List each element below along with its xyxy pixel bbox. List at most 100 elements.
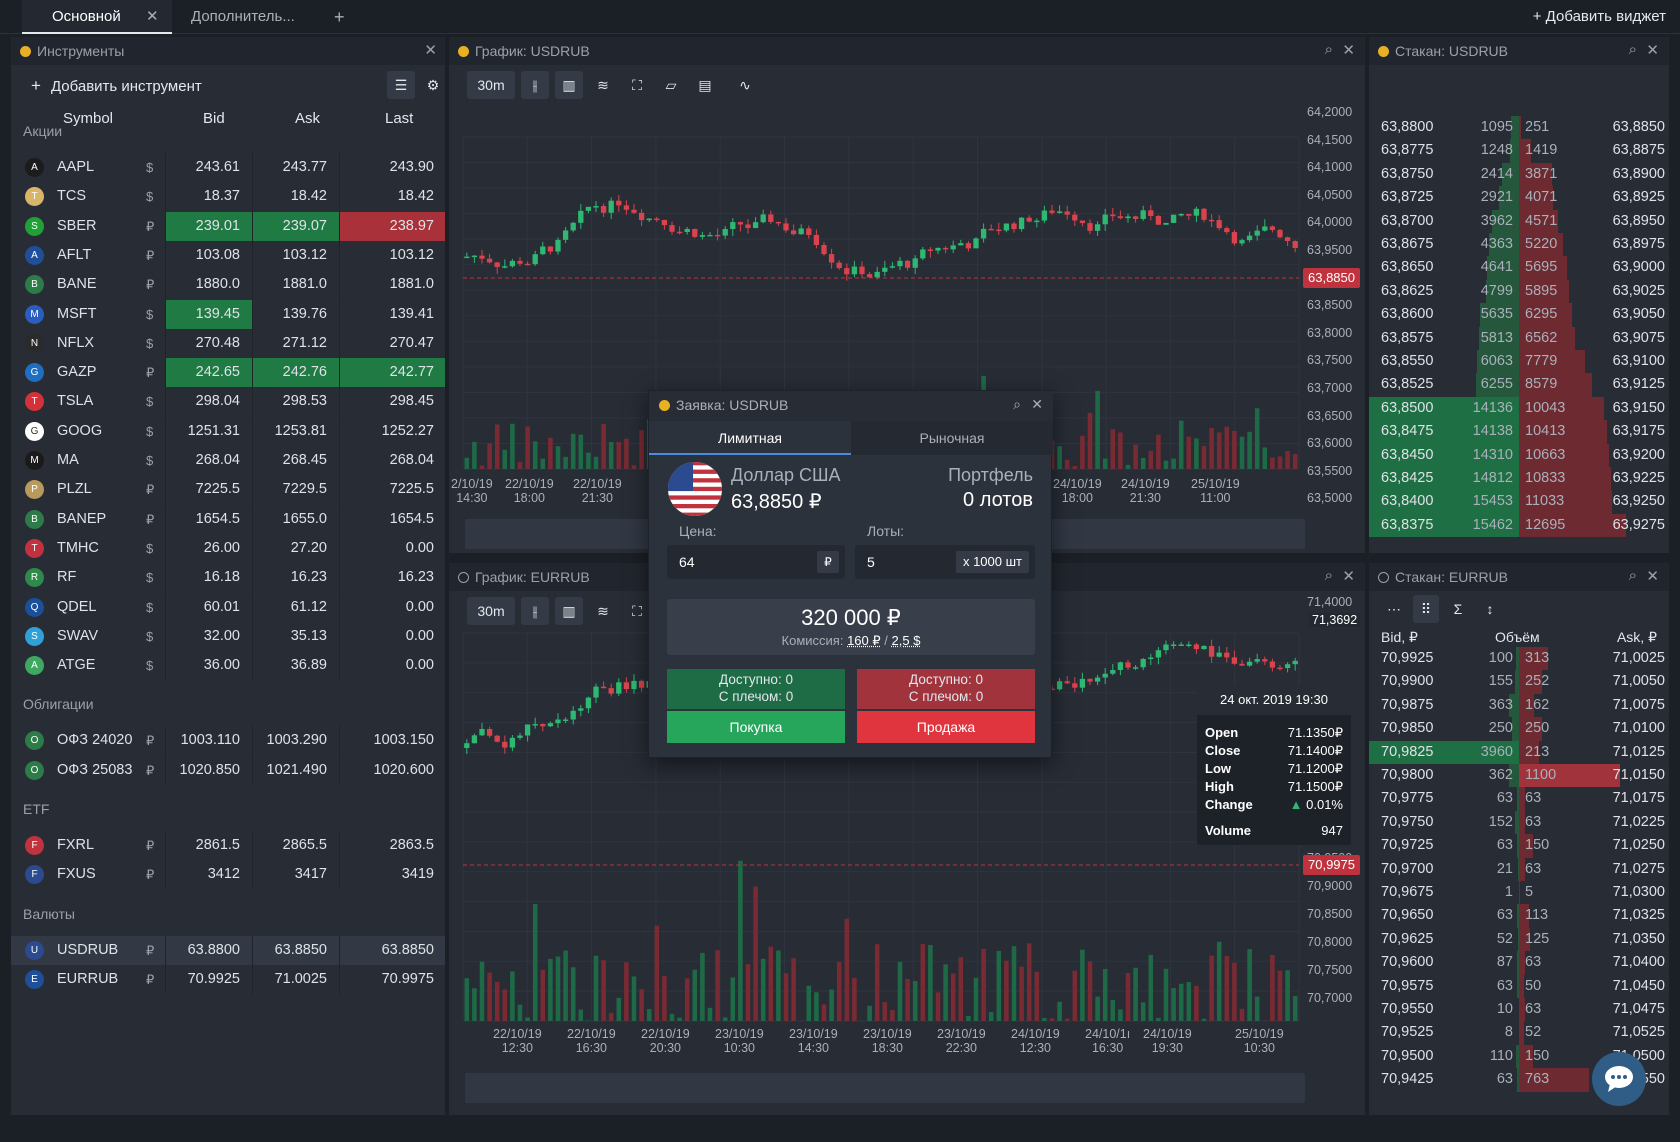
tab-limit[interactable]: Лимитная [649, 421, 851, 455]
orderbook-row[interactable]: 63,8575 5813 6562 63,9075 [1369, 326, 1669, 350]
navigator-scrollbar[interactable] [465, 1073, 1305, 1103]
orderbook-row[interactable]: 63,8725 2921 4071 63,8925 [1369, 186, 1669, 210]
orderbook-row[interactable]: 63,8450 14310 10663 63,9200 [1369, 443, 1669, 467]
orderbook-row[interactable]: 63,8625 4799 5895 63,9025 [1369, 279, 1669, 304]
instrument-row[interactable]: F FXUS ₽3412 3417 3419 [11, 860, 445, 890]
search-icon[interactable]: ⌕ [1013, 396, 1021, 413]
volume-bar [479, 961, 485, 1021]
gear-icon[interactable]: ⚙ [419, 71, 445, 99]
instrument-row[interactable]: A ATGE $36.00 36.89 0.00 [11, 651, 445, 681]
orderbook-row[interactable]: 63,8425 14812 10833 63,9225 [1369, 467, 1669, 491]
instrument-logo-icon: О [25, 731, 44, 751]
link-color-icon[interactable] [659, 400, 670, 411]
instrument-row[interactable]: P PLZL ₽7225.5 7229.5 7225.5 [11, 475, 445, 505]
link-color-icon[interactable] [20, 46, 31, 57]
grid-icon[interactable]: ⠿ [1413, 595, 1439, 623]
orderbook-row[interactable]: 63,8500 14136 10043 63,9150 [1369, 396, 1669, 421]
instrument-symbol: GOOG [57, 422, 103, 439]
search-icon[interactable]: ⌕ [1629, 567, 1637, 584]
orderbook-row[interactable]: 63,8550 6063 7779 63,9100 [1369, 350, 1669, 374]
instrument-row[interactable]: G GAZP ₽242.65 242.76 242.77 [11, 358, 445, 388]
orderbook-row[interactable]: 70,9900 155 252 71,0050 [1369, 670, 1669, 694]
orderbook-row[interactable]: 63,8650 4641 5695 63,9000 [1369, 256, 1669, 280]
close-icon[interactable]: ✕ [1031, 396, 1043, 413]
column-symbol[interactable]: Symbol [63, 110, 113, 127]
orderbook-row[interactable]: 70,9850 250 250 71,0100 [1369, 717, 1669, 741]
instrument-row[interactable]: N NFLX $270.48 271.12 270.47 [11, 328, 445, 358]
orderbook-row[interactable]: 63,8775 1248 1419 63,8875 [1369, 139, 1669, 163]
instrument-row[interactable]: M MSFT $139.45 139.76 139.41 [11, 299, 445, 329]
instrument-row[interactable]: T TMHC $26.00 27.20 0.00 [11, 533, 445, 563]
orderbook-row[interactable]: 63,8675 4363 5220 63,8975 [1369, 233, 1669, 257]
chat-button[interactable] [1592, 1052, 1646, 1106]
search-icon[interactable]: ⌕ [1629, 41, 1637, 58]
orderbook-row[interactable]: 63,8600 5635 6295 63,9050 [1369, 303, 1669, 327]
sigma-icon[interactable]: Σ [1445, 595, 1471, 623]
orderbook-row[interactable]: 70,9825 3960 213 71,0125 [1369, 740, 1669, 764]
instrument-row[interactable]: U USDRUB ₽63.8800 63.8850 63.8850 [11, 935, 445, 965]
orderbook-row[interactable]: 63,8400 15453 11033 63,9250 [1369, 490, 1669, 514]
instrument-row[interactable]: О ОФЗ 25083 ₽1020.850 1021.490 1020.600 [11, 755, 445, 785]
instrument-row[interactable]: T TSLA $298.04 298.53 298.45 [11, 387, 445, 417]
instrument-row[interactable]: A AAPL $243.61 243.77 243.90 [11, 153, 445, 182]
instrument-row[interactable]: S SBER ₽239.01 239.07 238.97 [11, 211, 445, 241]
orderbook-row[interactable]: 63,8700 3962 4571 63,8950 [1369, 209, 1669, 233]
orderbook-row[interactable]: 63,8475 14138 10413 63,9175 [1369, 420, 1669, 444]
orderbook-row[interactable]: 63,8800 1095 251 63,8850 [1369, 116, 1669, 140]
close-icon[interactable]: ✕ [146, 0, 159, 34]
instrument-row[interactable]: G GOOG $1251.31 1253.81 1252.27 [11, 416, 445, 446]
instrument-row[interactable]: Q QDEL $60.01 61.12 0.00 [11, 592, 445, 622]
orderbook-row[interactable]: 70,9600 87 63 71,0400 [1369, 951, 1669, 975]
volume-bar [662, 975, 667, 1021]
add-widget-button[interactable]: + Добавить виджет [1533, 0, 1666, 34]
close-icon[interactable]: ✕ [1646, 41, 1659, 59]
instrument-row[interactable]: M MA $268.04 268.45 268.04 [11, 446, 445, 475]
instrument-row[interactable]: F FXRL ₽2861.5 2865.5 2863.5 [11, 831, 445, 860]
orderbook-row[interactable]: 63,8375 15462 12695 63,9275 [1369, 513, 1669, 538]
column-ask[interactable]: Ask [295, 110, 320, 127]
orderbook-row[interactable]: 70,9875 363 162 71,0075 [1369, 693, 1669, 718]
instrument-row[interactable]: B BANE ₽1880.0 1881.0 1881.0 [11, 270, 445, 300]
orderbook-row[interactable]: 70,9550 10 63 71,0475 [1369, 998, 1669, 1022]
instrument-row[interactable]: О ОФЗ 24020 ₽1003.110 1003.290 1003.150 [11, 726, 445, 756]
buy-button[interactable]: Покупка [667, 711, 845, 743]
close-icon[interactable]: ✕ [1646, 567, 1659, 585]
instrument-row[interactable]: S SWAV $32.00 35.13 0.00 [11, 621, 445, 651]
orderbook-row[interactable]: 70,9575 63 50 71,0450 [1369, 974, 1669, 998]
tab-extra[interactable]: Дополнитель... [172, 0, 324, 34]
orderbook-row[interactable]: 70,9750 152 63 71,0225 [1369, 810, 1669, 835]
close-icon[interactable]: ✕ [424, 41, 437, 59]
column-last[interactable]: Last [385, 110, 413, 127]
tab-market[interactable]: Рыночная [851, 421, 1053, 455]
link-color-icon[interactable] [1378, 572, 1389, 583]
instrument-row[interactable]: B BANEP ₽1654.5 1655.0 1654.5 [11, 504, 445, 534]
instrument-row[interactable]: T TCS $18.37 18.42 18.42 [11, 182, 445, 212]
link-color-icon[interactable] [1378, 46, 1389, 57]
orderbook-row[interactable]: 70,9675 1 5 71,0300 [1369, 881, 1669, 905]
orderbook-row[interactable]: 70,9525 8 52 71,0525 [1369, 1021, 1669, 1045]
orderbook-row[interactable]: 70,9925 100 313 71,0025 [1369, 647, 1669, 671]
orderbook-row[interactable]: 70,9775 63 63 71,0175 [1369, 787, 1669, 811]
column-bid[interactable]: Bid [203, 110, 225, 127]
sell-button[interactable]: Продажа [857, 711, 1035, 743]
add-tab-button[interactable]: + [334, 0, 354, 34]
instrument-row[interactable]: R RF $16.18 16.23 16.23 [11, 563, 445, 593]
orderbook-row[interactable]: 70,9700 21 63 71,0275 [1369, 857, 1669, 881]
bid-price: 63,8525 [1381, 376, 1434, 393]
orderbook-row[interactable]: 63,8525 6255 8579 63,9125 [1369, 373, 1669, 397]
orderbook-row[interactable]: 70,9650 63 113 71,0325 [1369, 904, 1669, 928]
instrument-row[interactable]: E EURRUB ₽70.9925 71.0025 70.9975 [11, 964, 445, 994]
sort-icon[interactable]: ↕ [1477, 595, 1503, 623]
instrument-row[interactable]: A AFLT ₽103.08 103.12 103.12 [11, 240, 445, 270]
price-input[interactable]: 64 ₽ [667, 545, 845, 579]
list-view-icon[interactable]: ☰ [387, 71, 415, 99]
orderbook-row[interactable]: 70,9625 52 125 71,0350 [1369, 927, 1669, 952]
ask-cell: 268.45 [282, 452, 327, 468]
lots-input[interactable]: 5 x 1000 шт [855, 545, 1035, 579]
orderbook-row[interactable]: 70,9800 362 1100 71,0150 [1369, 764, 1669, 788]
add-instrument-button[interactable]: + Добавить инструмент [31, 76, 202, 96]
tab-main[interactable]: Основной ✕ [22, 0, 172, 34]
dots-icon[interactable]: ⋯ [1381, 595, 1407, 623]
orderbook-row[interactable]: 70,9725 63 150 71,0250 [1369, 834, 1669, 858]
orderbook-row[interactable]: 63,8750 2414 3871 63,8900 [1369, 162, 1669, 187]
